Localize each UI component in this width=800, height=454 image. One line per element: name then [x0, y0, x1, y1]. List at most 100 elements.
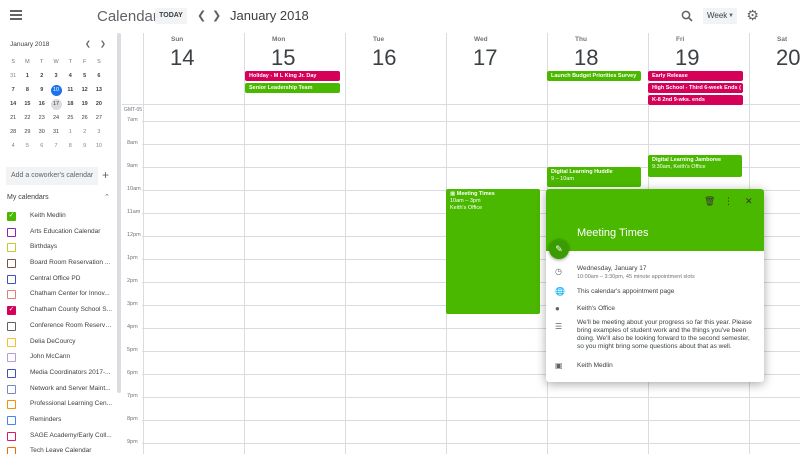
- mini-day[interactable]: 6: [35, 139, 49, 153]
- mini-day[interactable]: 4: [63, 69, 77, 83]
- mini-day[interactable]: 18: [63, 97, 77, 111]
- trash-icon[interactable]: 🗑: [704, 196, 715, 207]
- day-header[interactable]: Fri 19: [648, 33, 749, 73]
- calendar-list-item[interactable]: Reminders: [0, 413, 116, 429]
- mini-day[interactable]: 23: [35, 111, 49, 125]
- mini-day[interactable]: 2: [35, 69, 49, 83]
- mini-day[interactable]: 17: [49, 97, 63, 111]
- day-header[interactable]: Thu 18: [547, 33, 648, 73]
- gear-icon[interactable]: ⚙: [745, 8, 760, 23]
- edit-pencil-icon[interactable]: ✎: [549, 239, 569, 259]
- search-icon[interactable]: [681, 10, 693, 22]
- sidebar-scrollbar[interactable]: [117, 33, 121, 393]
- mini-day[interactable]: 1: [63, 125, 77, 139]
- chevron-left-icon[interactable]: ❮: [197, 9, 206, 22]
- plus-icon[interactable]: +: [102, 168, 109, 182]
- calendar-list-item[interactable]: John McCann: [0, 350, 116, 366]
- calendar-list-item[interactable]: Professional Learning Cen...: [0, 397, 116, 413]
- more-vert-icon[interactable]: ⋮: [724, 196, 733, 207]
- mini-day[interactable]: 12: [77, 83, 91, 97]
- mini-day[interactable]: 6: [92, 69, 106, 83]
- view-selector[interactable]: Week ▼: [703, 8, 737, 24]
- calendar-checkbox[interactable]: ✓: [7, 306, 16, 316]
- all-day-event[interactable]: Senior Leadership Team: [245, 83, 340, 93]
- day-header[interactable]: Wed 17: [446, 33, 547, 73]
- all-day-event[interactable]: K-8 2nd 9-wks. ends: [648, 95, 743, 105]
- day-number[interactable]: 14: [170, 45, 194, 71]
- mini-day[interactable]: 24: [49, 111, 63, 125]
- mini-day[interactable]: 13: [92, 83, 106, 97]
- mini-chevron-right-icon[interactable]: ❯: [100, 40, 106, 48]
- day-number[interactable]: 16: [372, 45, 396, 71]
- mini-day[interactable]: 21: [6, 111, 20, 125]
- mini-day[interactable]: 31: [49, 125, 63, 139]
- mini-day[interactable]: 8: [63, 139, 77, 153]
- mini-day[interactable]: 10: [49, 83, 63, 97]
- calendar-checkbox[interactable]: [7, 243, 16, 253]
- mini-day[interactable]: 10: [92, 139, 106, 153]
- day-number[interactable]: 17: [473, 45, 497, 71]
- mini-day[interactable]: 30: [35, 125, 49, 139]
- calendar-checkbox[interactable]: [7, 337, 16, 347]
- day-header[interactable]: Sat 20: [749, 33, 800, 73]
- all-day-event[interactable]: Launch Budget Priorities Survey: [547, 71, 641, 81]
- mini-day[interactable]: 19: [77, 97, 91, 111]
- today-button[interactable]: TODAY: [155, 8, 187, 24]
- mini-day[interactable]: 27: [92, 111, 106, 125]
- day-header[interactable]: Tue 16: [345, 33, 446, 73]
- mini-day[interactable]: 22: [20, 111, 34, 125]
- close-icon[interactable]: ✕: [745, 196, 753, 207]
- mini-day[interactable]: 9: [77, 139, 91, 153]
- mini-day[interactable]: 7: [6, 83, 20, 97]
- calendar-list-item[interactable]: Central Office PD: [0, 272, 116, 288]
- calendar-list-item[interactable]: ✓ Chatham County School S...: [0, 303, 116, 319]
- appointment-page-link[interactable]: This calendar's appointment page: [577, 288, 757, 296]
- calendar-checkbox[interactable]: [7, 447, 16, 454]
- calendar-checkbox[interactable]: [7, 368, 16, 378]
- mini-day[interactable]: 3: [49, 69, 63, 83]
- event-meeting-times[interactable]: ▦ Meeting Times 10am – 3pm Keith's Offic…: [446, 189, 540, 314]
- calendar-list-item[interactable]: ✓ Keith Medlin: [0, 209, 116, 225]
- calendar-list-item[interactable]: Delia DeCourcy: [0, 335, 116, 351]
- calendar-list-item[interactable]: Board Room Reservation ...: [0, 256, 116, 272]
- all-day-event[interactable]: Early Release: [648, 71, 743, 81]
- calendar-list-item[interactable]: Network and Server Maint...: [0, 382, 116, 398]
- calendar-checkbox[interactable]: ✓: [7, 212, 16, 221]
- mini-day[interactable]: 16: [35, 97, 49, 111]
- mini-day[interactable]: 25: [63, 111, 77, 125]
- mini-day[interactable]: 14: [6, 97, 20, 111]
- mini-day[interactable]: 5: [77, 69, 91, 83]
- calendar-list-item[interactable]: Chatham Center for Innov...: [0, 287, 116, 303]
- calendar-checkbox[interactable]: [7, 321, 16, 331]
- event-digital-learning-huddle[interactable]: Digital Learning Huddle 9 – 10am: [547, 167, 641, 187]
- event-digital-learning-jamboree[interactable]: Digital Learning Jamboree 9:30am, Keith'…: [648, 155, 742, 177]
- add-coworker-input[interactable]: Add a coworker's calendar: [6, 167, 98, 185]
- mini-day[interactable]: 7: [49, 139, 63, 153]
- all-day-event[interactable]: Holiday - M L King Jr. Day: [245, 71, 340, 81]
- all-day-event[interactable]: High School - Third 6-week Ends (: [648, 83, 743, 93]
- calendar-checkbox[interactable]: [7, 384, 16, 394]
- calendar-list-item[interactable]: SAGE Academy/Early Coll...: [0, 429, 116, 445]
- calendar-list-item[interactable]: Arts Education Calendar: [0, 225, 116, 241]
- calendar-checkbox[interactable]: [7, 431, 16, 441]
- mini-day[interactable]: 15: [20, 97, 34, 111]
- day-number[interactable]: 20: [776, 45, 800, 71]
- chevron-up-icon[interactable]: ⌃: [104, 193, 110, 201]
- calendar-checkbox[interactable]: [7, 353, 16, 363]
- calendar-list-item[interactable]: Tech Leave Calendar: [0, 444, 116, 454]
- calendar-list-item[interactable]: Media Coordinators 2017-...: [0, 366, 116, 382]
- mini-day[interactable]: 31: [6, 69, 20, 83]
- my-calendars-heading[interactable]: My calendars: [7, 194, 49, 201]
- calendar-list-item[interactable]: Birthdays: [0, 240, 116, 256]
- mini-day[interactable]: 2: [77, 125, 91, 139]
- calendar-checkbox[interactable]: [7, 400, 16, 410]
- mini-day[interactable]: 1: [20, 69, 34, 83]
- calendar-checkbox[interactable]: [7, 290, 16, 300]
- day-number[interactable]: 15: [271, 45, 295, 71]
- mini-day[interactable]: 8: [20, 83, 34, 97]
- calendar-checkbox[interactable]: [7, 274, 16, 284]
- calendar-list-item[interactable]: Conference Room Reservat...: [0, 319, 116, 335]
- calendar-checkbox[interactable]: [7, 227, 16, 237]
- mini-day[interactable]: 11: [63, 83, 77, 97]
- mini-day[interactable]: 4: [6, 139, 20, 153]
